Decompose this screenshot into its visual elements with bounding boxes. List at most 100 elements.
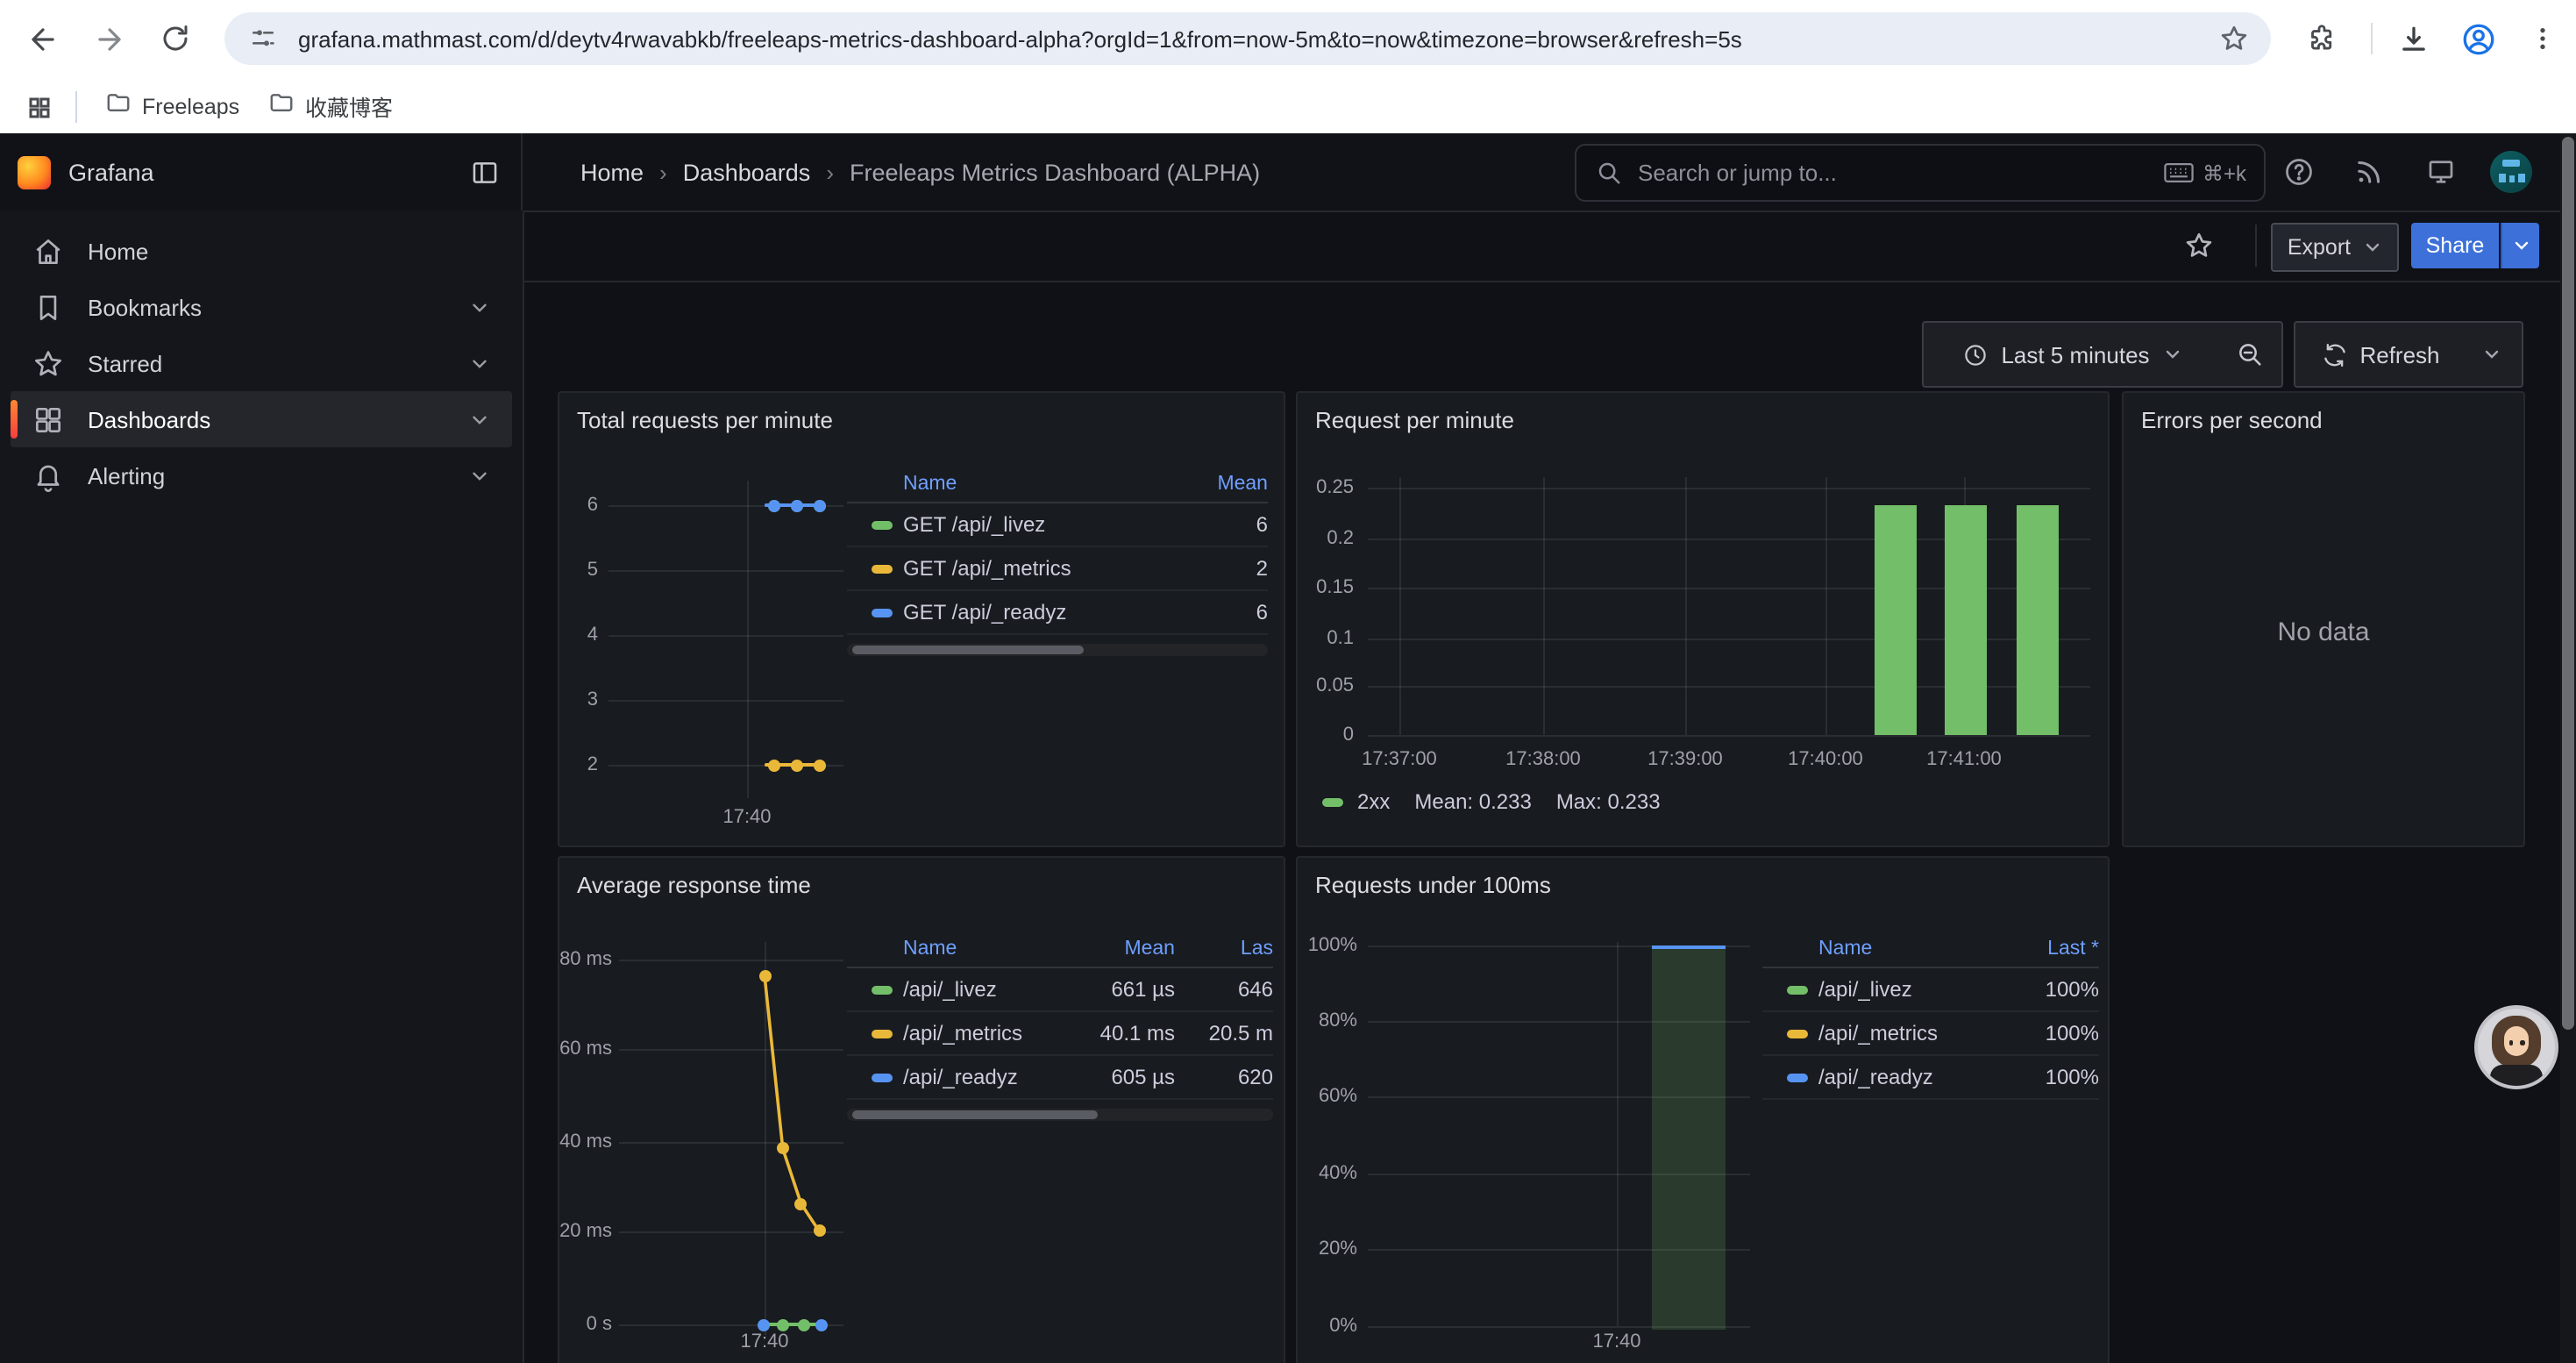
series-line [763,1323,822,1326]
floating-profile-avatar[interactable] [2474,1005,2558,1089]
series-name[interactable]: GET /api/_metrics [903,556,1170,581]
series-color-pill[interactable] [1787,1073,1808,1081]
sidebar-toggle-icon[interactable] [466,154,502,189]
series-value: 661 µs [1077,977,1175,1002]
search-placeholder: Search or jump to... [1638,160,2164,186]
sidebar-item-home[interactable]: Home [11,223,512,279]
column-header[interactable]: Mean [1170,474,1268,495]
clock-icon [1962,341,1989,368]
y-tick-label: 0.15 [1298,577,1354,598]
bookmark-folder-freeleaps[interactable]: Freeleaps [105,88,239,125]
series-name[interactable]: /api/_readyz [903,1065,1077,1089]
chart-request-per-minute[interactable]: 0.250.20.150.10.05017:37:0017:38:0017:39… [1298,393,2108,846]
downloads-icon[interactable] [2395,21,2430,56]
site-settings-icon[interactable] [246,21,281,56]
series-name[interactable]: /api/_metrics [903,1021,1077,1045]
chevron-down-icon[interactable] [468,352,491,375]
legend-scrollbar[interactable] [847,1109,1273,1121]
series-color-pill[interactable] [1787,1029,1808,1038]
search-input[interactable]: Search or jump to... ⌘+k [1575,144,2266,202]
breadcrumb-dashboards[interactable]: Dashboards [683,159,811,185]
series-color-pill[interactable] [872,520,893,529]
extensions-icon[interactable] [2304,21,2339,56]
series-name[interactable]: /api/_livez [903,977,1077,1002]
series-color-pill[interactable] [1787,985,1808,994]
bookmark-folder-blogs[interactable]: 收藏博客 [268,88,393,125]
gridline [1368,488,2090,489]
panel-title[interactable]: Errors per second [2141,407,2323,433]
favorite-star-icon[interactable] [2180,226,2218,265]
url-bar[interactable]: grafana.mathmast.com/d/deytv4rwavabkb/fr… [224,12,2271,65]
series-name[interactable]: GET /api/_livez [903,512,1170,537]
column-header-name[interactable]: Name [903,938,1077,960]
data-point [795,1197,808,1210]
y-tick-label: 3 [559,689,598,710]
bookmarks-bar: Freeleaps 收藏博客 [0,79,2576,133]
y-tick-label: 0.2 [1298,528,1354,549]
sidebar-item-starred[interactable]: Starred [11,335,512,391]
time-range-picker[interactable]: Last 5 minutes [1922,321,2224,388]
series-value: 6 [1170,512,1268,537]
user-avatar[interactable] [2490,151,2532,193]
back-icon[interactable] [25,21,60,56]
data-point [790,759,802,771]
scrollbar-thumb[interactable] [852,646,1084,654]
profile-icon[interactable] [2459,19,2497,58]
series-color-pill[interactable] [872,564,893,573]
series-name[interactable]: GET /api/_readyz [903,600,1170,624]
column-header[interactable]: Last * [1990,938,2099,960]
series-name[interactable]: /api/_livez [1818,977,1990,1002]
reload-icon[interactable] [158,21,193,56]
legend-scrollbar[interactable] [847,644,1268,656]
chevron-down-icon[interactable] [468,296,491,318]
refresh-label: Refresh [2359,341,2439,368]
y-tick-label: 80% [1298,1010,1357,1031]
column-header-name[interactable]: Name [1818,938,1990,960]
refresh-interval-dropdown[interactable] [2462,321,2523,388]
chevron-down-icon[interactable] [468,408,491,431]
column-header-name[interactable]: Name [903,474,1170,495]
series-color-pill[interactable] [872,1073,893,1081]
help-icon[interactable] [2280,153,2318,191]
series-name[interactable]: /api/_readyz [1818,1065,1990,1089]
apps-grid-icon[interactable] [21,89,56,125]
url-text[interactable]: grafana.mathmast.com/d/deytv4rwavabkb/fr… [298,25,2201,52]
menu-kebab-icon[interactable] [2527,21,2558,56]
bar [1945,504,1987,735]
forward-icon[interactable] [91,21,126,56]
refresh-button[interactable]: Refresh [2294,321,2467,388]
kiosk-monitor-icon[interactable] [2422,153,2460,191]
zoom-out-button[interactable] [2218,321,2283,388]
series-color-pill[interactable] [872,1029,893,1038]
breadcrumb-separator: › [659,159,667,185]
series-name[interactable]: 2xx [1357,789,1390,814]
legend-swatch[interactable] [1322,797,1343,806]
chevron-down-icon[interactable] [468,464,491,487]
data-point [776,1318,788,1331]
series-name[interactable]: /api/_metrics [1818,1021,1990,1045]
column-header[interactable]: Mean [1077,938,1175,960]
series-color-pill[interactable] [872,985,893,994]
share-button[interactable]: Share [2411,223,2499,268]
sidebar-item-alerting[interactable]: Alerting [11,447,512,503]
column-header[interactable]: Las [1175,938,1273,960]
sidebar-item-bookmarks[interactable]: Bookmarks [11,279,512,335]
legend-table-header: NameMeanLas [847,931,1273,968]
sidebar-item-label: Starred [88,350,162,376]
share-dropdown-button[interactable] [2501,223,2539,268]
page-scrollbar[interactable] [2560,133,2576,1363]
scrollbar-thumb[interactable] [852,1110,1098,1119]
folder-icon [268,89,295,124]
dashboards-grid-icon [32,402,67,437]
scrollbar-thumb[interactable] [2562,137,2574,1030]
export-button[interactable]: Export [2271,223,2399,272]
series-value: 646 [1175,977,1273,1002]
news-rss-icon[interactable] [2350,153,2388,191]
bookmark-star-icon[interactable] [2215,19,2253,58]
sidebar-item-dashboards[interactable]: Dashboards [11,391,512,447]
series-color-pill[interactable] [872,608,893,617]
breadcrumb-home[interactable]: Home [580,159,644,185]
series-value: 2 [1170,556,1268,581]
data-point [813,759,825,771]
grafana-logo[interactable] [18,155,51,189]
